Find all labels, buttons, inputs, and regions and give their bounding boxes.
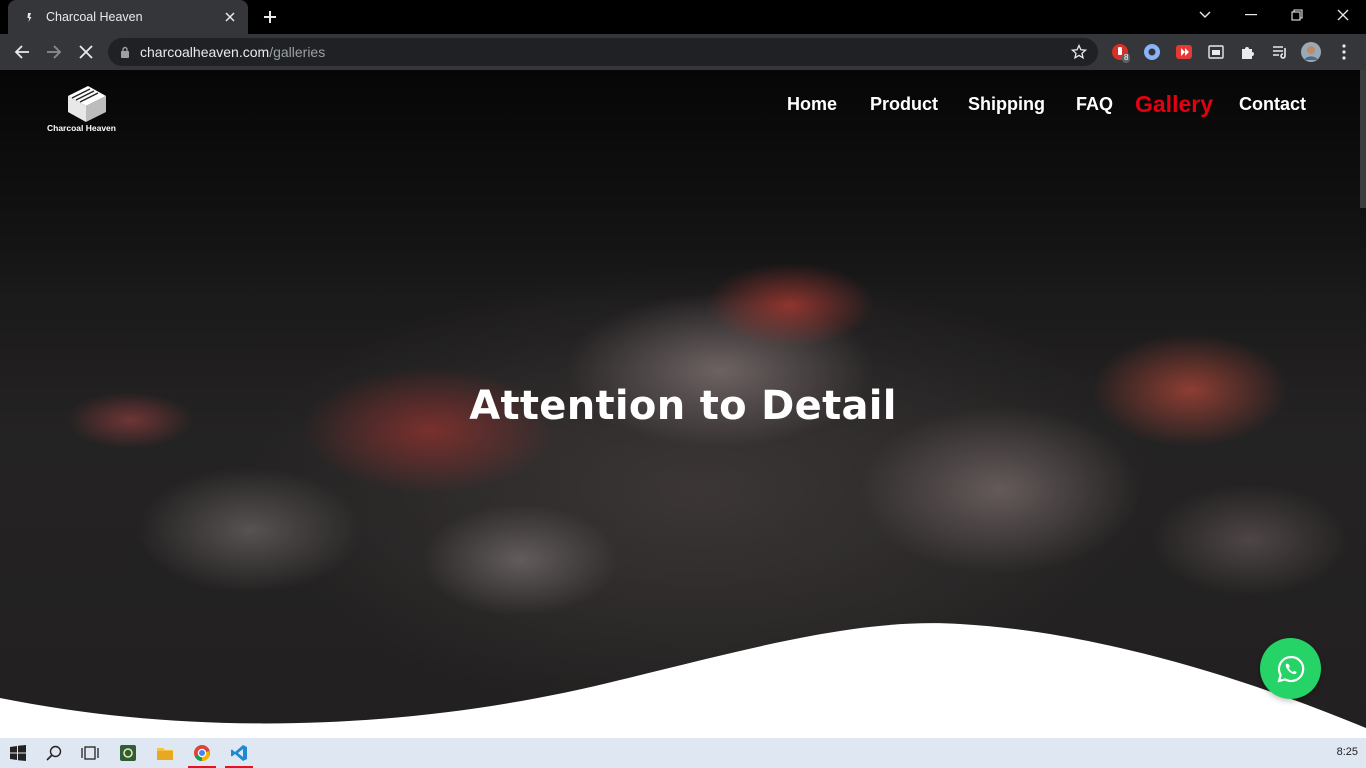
hero-wave-divider — [0, 623, 1366, 738]
lock-icon — [121, 46, 129, 58]
close-window-button[interactable] — [1320, 0, 1366, 30]
browser-tab[interactable]: Charcoal Heaven — [8, 0, 248, 34]
search-button[interactable] — [36, 738, 72, 768]
whatsapp-chat-button[interactable] — [1260, 638, 1321, 699]
page-scrollbar[interactable] — [1360, 70, 1366, 208]
plus-icon — [264, 11, 276, 23]
chevron-down-icon — [1199, 11, 1211, 18]
minimize-icon — [1245, 14, 1257, 16]
whatsapp-icon — [1276, 655, 1304, 683]
back-button[interactable] — [8, 38, 36, 66]
tab-search-button[interactable] — [1182, 0, 1228, 30]
hero-title: Attention to Detail — [469, 383, 897, 429]
start-button[interactable] — [0, 738, 36, 768]
logo-text: Charcoal Heaven — [47, 123, 116, 133]
browser-tab-strip: Charcoal Heaven — [0, 0, 1366, 34]
nav-faq[interactable]: FAQ — [1076, 94, 1113, 115]
extension-video-icon[interactable] — [1174, 42, 1194, 62]
extensions-puzzle-icon[interactable] — [1238, 42, 1258, 62]
folder-icon — [157, 748, 173, 760]
kebab-menu-icon[interactable] — [1334, 42, 1354, 62]
charcoal-cube-logo-icon — [68, 86, 106, 122]
task-view-button[interactable] — [72, 738, 108, 768]
arrow-right-icon — [47, 45, 62, 59]
terminal-app-icon — [120, 745, 136, 761]
close-icon — [1337, 9, 1349, 21]
nav-shipping[interactable]: Shipping — [968, 94, 1045, 115]
address-bar[interactable]: charcoalheaven.com/galleries — [108, 38, 1098, 66]
browser-toolbar: charcoalheaven.com/galleries 8 — [0, 34, 1366, 70]
media-control-icon[interactable] — [1270, 42, 1290, 62]
profile-avatar[interactable] — [1301, 42, 1321, 62]
new-tab-button[interactable] — [258, 6, 282, 28]
vscode-icon — [231, 745, 247, 761]
extension-window-icon[interactable] — [1206, 42, 1226, 62]
url-host: charcoalheaven.com — [140, 44, 270, 60]
task-view-icon — [81, 746, 99, 760]
taskbar-app-chrome[interactable] — [184, 738, 220, 768]
nav-product[interactable]: Product — [870, 94, 938, 115]
taskbar-app-file-explorer[interactable] — [147, 738, 183, 768]
close-tab-icon[interactable] — [222, 9, 238, 25]
url-path: /galleries — [269, 44, 326, 60]
search-icon — [46, 745, 62, 761]
url-text: charcoalheaven.com/galleries — [140, 44, 325, 60]
loading-favicon-icon — [22, 9, 38, 25]
taskbar-app-terminal[interactable] — [110, 738, 146, 768]
restore-button[interactable] — [1274, 0, 1320, 30]
nav-home[interactable]: Home — [787, 94, 837, 115]
extension-ublock-icon[interactable]: 8 — [1110, 42, 1131, 63]
chrome-icon — [194, 745, 210, 761]
taskbar-app-vscode[interactable] — [221, 738, 257, 768]
arrow-left-icon — [14, 45, 29, 59]
bookmark-star-icon[interactable] — [1070, 43, 1088, 61]
page-viewport: Charcoal Heaven Home Product Shipping FA… — [0, 70, 1366, 738]
restore-icon — [1291, 9, 1303, 21]
stop-icon — [79, 45, 93, 59]
windows-logo-icon — [10, 745, 26, 761]
tab-title: Charcoal Heaven — [46, 10, 143, 24]
forward-button[interactable] — [40, 38, 68, 66]
nav-contact[interactable]: Contact — [1239, 94, 1306, 115]
stop-loading-button[interactable] — [72, 38, 100, 66]
minimize-button[interactable] — [1228, 0, 1274, 30]
extension-circle-icon[interactable] — [1142, 42, 1162, 62]
extension-badge: 8 — [1122, 53, 1131, 63]
nav-gallery[interactable]: Gallery — [1135, 91, 1213, 118]
taskbar-clock[interactable]: 8:25 — [1337, 746, 1358, 758]
windows-taskbar: 8:25 — [0, 738, 1366, 768]
